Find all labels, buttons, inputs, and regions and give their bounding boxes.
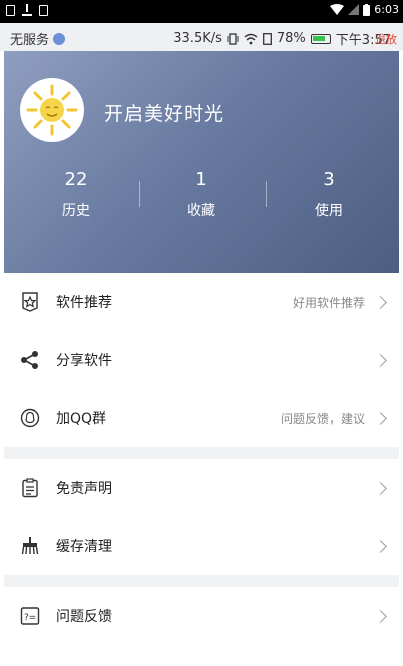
stats-bar: 22 历史 1 收藏 3 使用 xyxy=(4,169,399,229)
menu-item-label: 免责声明 xyxy=(56,481,112,497)
battery-icon xyxy=(363,3,371,16)
document-icon xyxy=(18,476,42,500)
menu-item-clear-cache[interactable]: 缓存清理 xyxy=(4,517,399,575)
stat-divider xyxy=(266,181,267,207)
stat-usage-value: 3 xyxy=(323,169,335,190)
stat-history-value: 22 xyxy=(64,169,88,190)
menu-item-hint: 问题反馈，建议 xyxy=(280,411,365,426)
battery-level-icon xyxy=(310,33,331,44)
chevron-right-icon xyxy=(374,412,387,425)
stat-favorites-value: 1 xyxy=(195,169,207,190)
chevron-right-icon xyxy=(374,610,387,623)
vibrate-icon xyxy=(227,32,239,45)
stat-divider xyxy=(139,181,140,207)
chevron-right-icon xyxy=(374,540,387,553)
broom-icon xyxy=(18,534,42,558)
menu-item-disclaimer[interactable]: 免责声明 xyxy=(4,459,399,517)
status-bar: 无服务 33.5K/s 78% 下午3:57 退放 xyxy=(0,23,403,51)
menu-item-label: 问题反馈 xyxy=(56,609,112,625)
wifi-icon xyxy=(330,4,345,15)
wifi-status-icon xyxy=(244,33,258,44)
stat-favorites-label: 收藏 xyxy=(187,203,215,219)
menu-list: 软件推荐 好用软件推荐 分享软件 加QQ群 问题反馈，建议 免责声明 缓存清理 xyxy=(4,273,399,645)
signal-icon xyxy=(348,4,360,15)
menu-item-label: 加QQ群 xyxy=(56,411,107,427)
profile-title: 开启美好时光 xyxy=(104,103,225,125)
sim-icon xyxy=(262,32,272,45)
hd-badge-icon xyxy=(53,32,66,45)
menu-item-recommend[interactable]: 软件推荐 好用软件推荐 xyxy=(4,273,399,331)
chevron-right-icon xyxy=(374,482,387,495)
menu-item-label: 缓存清理 xyxy=(56,539,112,555)
menu-item-label: 软件推荐 xyxy=(56,295,112,311)
section-separator xyxy=(4,447,399,459)
stat-history[interactable]: 22 历史 xyxy=(21,169,131,220)
share-icon xyxy=(18,348,42,372)
feedback-icon: ?= xyxy=(18,604,42,628)
menu-item-label: 分享软件 xyxy=(56,353,112,369)
sun-icon xyxy=(26,84,78,136)
stat-usage[interactable]: 3 使用 xyxy=(274,169,384,220)
svg-text:?=: ?= xyxy=(24,613,36,623)
stat-favorites[interactable]: 1 收藏 xyxy=(146,169,256,220)
chevron-right-icon xyxy=(374,296,387,309)
stat-history-label: 历史 xyxy=(62,203,90,219)
menu-item-share[interactable]: 分享软件 xyxy=(4,331,399,389)
calendar-icon xyxy=(39,4,48,16)
battery-percent: 78% xyxy=(276,31,306,46)
overlay-text: 退放 xyxy=(375,33,397,46)
menu-item-hint: 好用软件推荐 xyxy=(292,295,365,310)
star-frame-icon xyxy=(18,290,42,314)
chevron-right-icon xyxy=(374,354,387,367)
qq-icon xyxy=(18,406,42,430)
carrier-label: 无服务 xyxy=(10,33,50,48)
menu-item-qq-group[interactable]: 加QQ群 问题反馈，建议 xyxy=(4,389,399,447)
stat-usage-label: 使用 xyxy=(315,203,343,219)
system-bar: 6:03 xyxy=(0,0,403,23)
download-icon xyxy=(22,4,32,16)
system-time: 6:03 xyxy=(374,3,399,16)
menu-item-feedback[interactable]: ?= 问题反馈 xyxy=(4,587,399,645)
section-separator xyxy=(4,575,399,587)
profile-header: 开启美好时光 22 历史 1 收藏 3 使用 xyxy=(4,51,399,273)
avatar[interactable] xyxy=(20,78,84,142)
network-speed: 33.5K/s xyxy=(173,31,222,46)
image-icon xyxy=(6,4,15,16)
